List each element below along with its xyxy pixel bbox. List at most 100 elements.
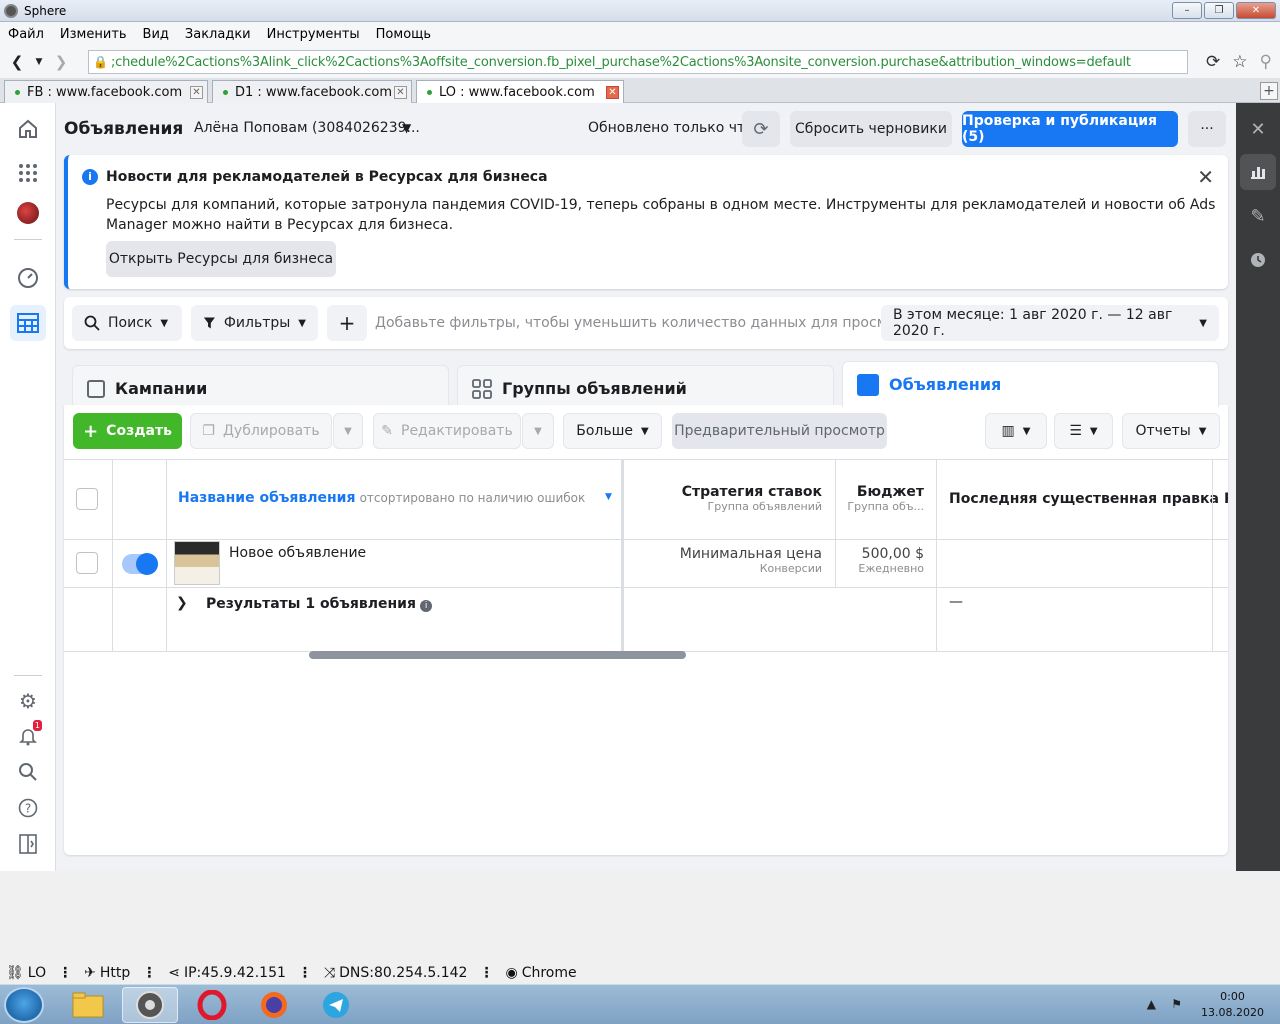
search-icon <box>84 315 100 331</box>
open-business-resources-button[interactable]: Открыть Ресурсы для бизнеса <box>106 241 336 277</box>
budget-column-header[interactable]: Бюджет Группа объ... <box>840 484 924 513</box>
budget-column-title: Бюджет <box>856 484 924 500</box>
url-field[interactable]: 🔒 ;chedule%2Cactions%3Alink_click%2Cacti… <box>88 50 1188 74</box>
more-options-button[interactable]: ··· <box>1188 111 1226 147</box>
menu-file[interactable]: Файл <box>8 27 52 42</box>
minimize-button[interactable]: – <box>1172 2 1202 19</box>
close-panel-icon[interactable]: ✕ <box>1240 111 1276 147</box>
chevron-down-icon[interactable]: ▼ <box>402 121 411 135</box>
select-all-checkbox[interactable] <box>76 488 98 510</box>
profile-label: LO <box>27 965 47 981</box>
tab-close-icon[interactable]: ✕ <box>190 85 203 99</box>
firefox-taskbar-icon[interactable] <box>246 987 302 1023</box>
side-panel-icon[interactable] <box>10 826 46 862</box>
menu-edit[interactable]: Изменить <box>60 27 135 42</box>
chevron-down-icon: ▼ <box>641 425 649 437</box>
home-icon[interactable] <box>10 111 46 147</box>
system-clock[interactable]: 0:00 13.08.2020 <box>1201 989 1264 1021</box>
account-selector[interactable]: Алёна Поповам (3084026239... <box>194 120 420 136</box>
more-actions-button[interactable]: Больше ▼ <box>563 413 662 449</box>
edit-button[interactable]: ✎ Редактировать <box>373 413 521 449</box>
edit-pencil-icon[interactable]: ✎ <box>1240 198 1276 234</box>
apps-grid-icon[interactable] <box>10 155 46 191</box>
search-button[interactable]: Поиск ▼ <box>72 305 182 341</box>
last-edit-column-title: Последняя существенная правка <box>949 491 1219 507</box>
new-tab-button[interactable]: + <box>1260 82 1278 100</box>
back-icon[interactable]: ❮ <box>6 53 28 71</box>
forward-icon[interactable]: ❯ <box>50 53 72 71</box>
maximize-button[interactable]: ❐ <box>1204 2 1234 19</box>
budget-column-sub: Группа объ... <box>847 500 924 513</box>
dashboard-gauge-icon[interactable] <box>10 260 46 296</box>
charts-icon[interactable] <box>1240 154 1276 190</box>
next-column-header[interactable]: Р <box>1224 491 1228 507</box>
reset-drafts-button[interactable]: Сбросить черновики <box>790 111 952 147</box>
close-icon[interactable]: ✕ <box>1197 165 1214 189</box>
back-dropdown-icon[interactable]: ▼ <box>28 57 50 67</box>
info-icon[interactable]: i <box>420 600 433 612</box>
ad-name[interactable]: Новое объявление <box>229 545 366 561</box>
review-publish-button[interactable]: Проверка и публикация (5) <box>962 111 1178 147</box>
shuffle-icon: ⤨ <box>323 965 336 981</box>
telegram-taskbar-icon[interactable] <box>308 987 364 1023</box>
tab-close-icon[interactable]: ✕ <box>606 86 619 99</box>
bid-column-sub: Группа объявлений <box>707 500 823 513</box>
name-column-title: Название объявления <box>178 490 356 506</box>
ad-status-toggle[interactable] <box>122 553 158 575</box>
table-row[interactable]: Новое объявление Минимальная цена Конвер… <box>64 540 1228 588</box>
reload-icon[interactable]: ⟳ <box>1206 52 1220 72</box>
refresh-button[interactable]: ⟳ <box>742 111 780 147</box>
create-button[interactable]: + Создать <box>73 413 182 449</box>
sphere-taskbar-icon[interactable] <box>122 987 178 1023</box>
menu-tools[interactable]: Инструменты <box>267 27 368 42</box>
bookmark-star-icon[interactable]: ☆ <box>1232 52 1247 72</box>
date-range-button[interactable]: В этом месяце: 1 авг 2020 г. — 12 авг 20… <box>881 305 1219 341</box>
notifications-bell-icon[interactable]: 1 <box>10 718 46 754</box>
breakdown-button[interactable]: ☰ ▼ <box>1054 413 1113 449</box>
close-window-button[interactable]: ✕ <box>1236 2 1276 19</box>
add-filter-button[interactable]: + <box>327 305 367 341</box>
explorer-taskbar-icon[interactable] <box>60 987 116 1023</box>
bid-column-title: Стратегия ставок <box>681 484 822 500</box>
bid-strategy-column-header[interactable]: Стратегия ставок Группа объявлений <box>654 484 822 513</box>
menu-help[interactable]: Помощь <box>376 27 439 42</box>
horizontal-scrollbar[interactable] <box>309 651 686 659</box>
ads-manager-table-icon[interactable] <box>10 305 46 341</box>
history-clock-icon[interactable] <box>1240 242 1276 278</box>
columns-button[interactable]: ▥ ▼ <box>985 413 1047 449</box>
pencil-icon: ✎ <box>381 423 393 439</box>
row-checkbox[interactable] <box>76 552 98 574</box>
tab-fb[interactable]: FB : www.facebook.com ✕ <box>4 80 208 103</box>
chevron-right-icon[interactable]: ❯ <box>176 595 188 611</box>
chevron-down-icon: ▼ <box>1022 425 1031 437</box>
opera-taskbar-icon[interactable] <box>184 987 240 1023</box>
updated-status: Обновлено только что <box>588 120 754 136</box>
help-icon[interactable]: ? <box>10 790 46 826</box>
account-avatar[interactable] <box>10 195 46 231</box>
start-button[interactable] <box>4 987 44 1023</box>
tab-lo[interactable]: LO : www.facebook.com ✕ <box>416 80 624 104</box>
extension-icon[interactable]: ⚲ <box>1260 52 1272 72</box>
name-column-header[interactable]: Название объявления отсортировано по нал… <box>178 490 585 506</box>
search-label: Поиск <box>108 315 153 331</box>
settings-gear-icon[interactable]: ⚙ <box>10 683 46 719</box>
filters-button[interactable]: Фильтры ▼ <box>191 305 318 341</box>
tray-expand-icon[interactable]: ▲ <box>1147 997 1156 1011</box>
tab-d1[interactable]: D1 : www.facebook.com ✕ <box>212 80 412 103</box>
menu-view[interactable]: Вид <box>143 27 177 42</box>
reports-button[interactable]: Отчеты ▼ <box>1122 413 1220 449</box>
action-center-flag-icon[interactable]: ⚑ <box>1171 997 1182 1011</box>
duplicate-button[interactable]: ❐ Дублировать <box>190 413 332 449</box>
column-divider <box>936 460 937 652</box>
search-icon[interactable] <box>10 754 46 790</box>
edit-dropdown[interactable]: ▼ <box>522 413 554 449</box>
last-edit-column-header[interactable]: Последняя существенная правка <box>949 491 1219 507</box>
banner-title: Новости для рекламодателей в Ресурсах дл… <box>106 169 548 185</box>
tab-ads[interactable]: Объявления <box>842 361 1219 407</box>
menu-bookmarks[interactable]: Закладки <box>185 27 259 42</box>
sort-caret-icon[interactable]: ▼ <box>605 492 612 502</box>
preview-button[interactable]: Предварительный просмотр <box>672 413 887 449</box>
tab-close-icon[interactable]: ✕ <box>394 85 407 99</box>
duplicate-dropdown[interactable]: ▼ <box>333 413 363 449</box>
separator: ⋮ <box>297 965 312 981</box>
